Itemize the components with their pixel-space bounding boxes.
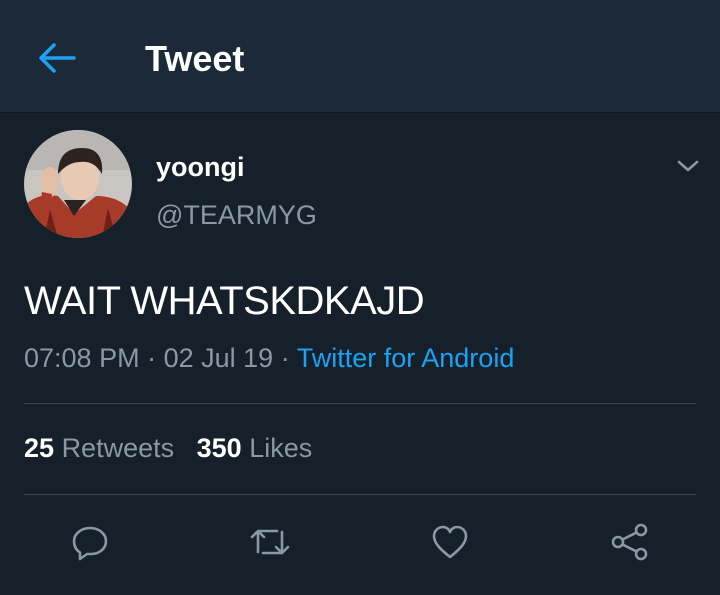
avatar-photo	[24, 130, 132, 238]
chevron-down-icon	[677, 160, 699, 172]
retweets-count: 25	[24, 433, 55, 463]
likes-stat[interactable]: 350 Likes	[197, 433, 313, 463]
share-icon	[611, 523, 648, 561]
back-button[interactable]	[30, 36, 82, 80]
reply-icon	[72, 526, 108, 561]
tweet-card: yoongi @TEARMYG WAIT WHATSKDKAJD 07:08 P…	[0, 113, 720, 595]
tweet-detail-screen: Tweet yoongi @TEARMYG WAIT WHATSKDKAJD 0…	[0, 0, 720, 595]
like-button[interactable]	[426, 518, 474, 566]
display-name[interactable]: yoongi	[156, 151, 245, 183]
avatar[interactable]	[24, 130, 132, 238]
likes-count: 350	[196, 433, 242, 463]
page-title: Tweet	[145, 38, 245, 79]
tweet-date: 02 Jul 19	[163, 343, 274, 373]
tweet-source-link[interactable]: Twitter for Android	[297, 343, 515, 373]
divider	[24, 403, 696, 404]
arrow-left-icon	[39, 43, 76, 73]
meta-separator: ·	[147, 343, 157, 373]
tweet-options-button[interactable]	[670, 151, 706, 181]
divider	[24, 494, 696, 495]
tweet-text: WAIT WHATSKDKAJD	[24, 279, 425, 323]
retweet-button[interactable]	[246, 518, 294, 566]
retweets-stat[interactable]: 25 Retweets	[24, 433, 174, 463]
user-handle[interactable]: @TEARMYG	[156, 199, 317, 231]
retweets-label: Retweets	[61, 433, 175, 463]
retweet-icon	[250, 529, 290, 555]
like-icon	[432, 525, 468, 559]
likes-label: Likes	[249, 433, 313, 463]
tweet-stats: 25 Retweets 350 Likes	[24, 431, 312, 465]
reply-button[interactable]	[66, 518, 114, 566]
share-button[interactable]	[606, 518, 654, 566]
tweet-meta: 07:08 PM · 02 Jul 19 · Twitter for Andro…	[24, 341, 514, 375]
tweet-time: 07:08 PM	[24, 343, 140, 373]
top-app-bar: Tweet	[0, 0, 720, 113]
meta-separator: ·	[280, 343, 290, 373]
